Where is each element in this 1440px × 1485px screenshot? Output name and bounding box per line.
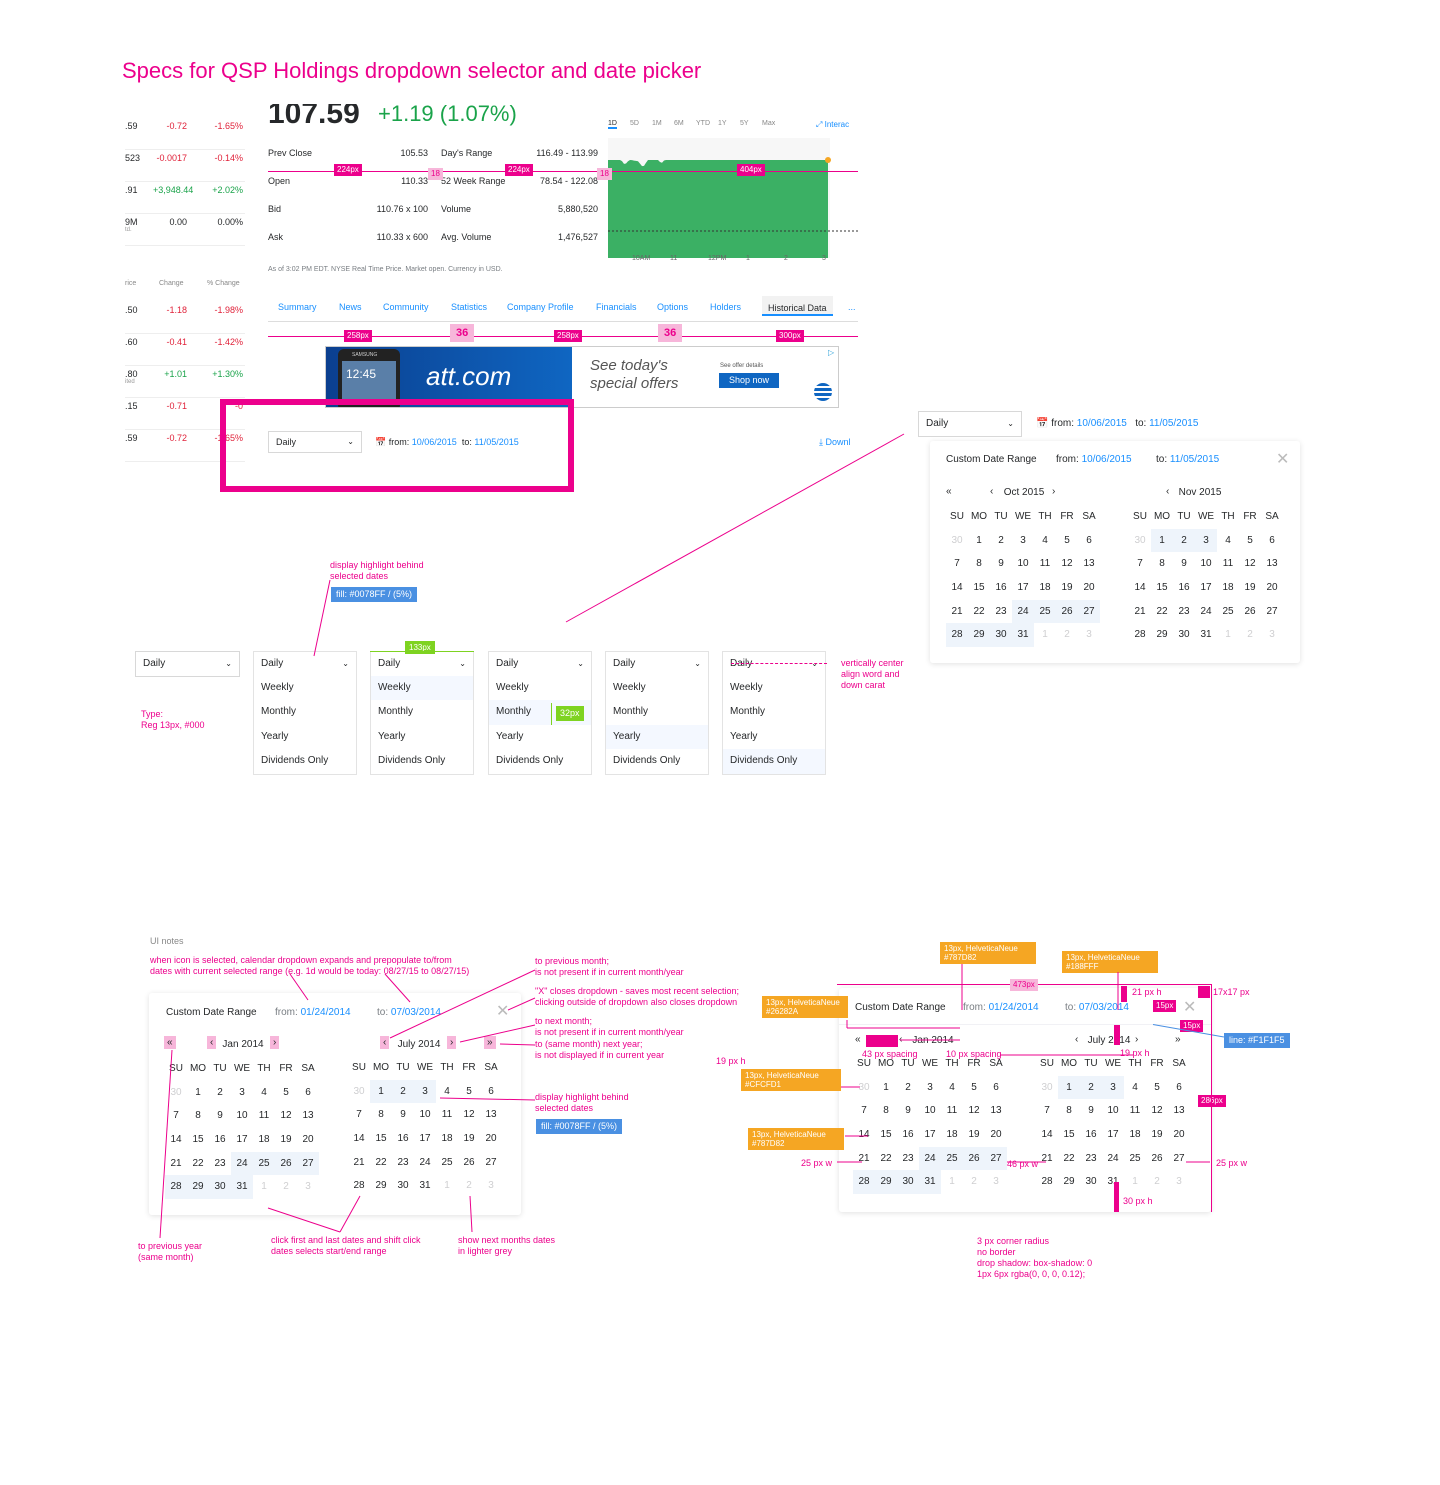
spec-pointers [837, 964, 1210, 1163]
